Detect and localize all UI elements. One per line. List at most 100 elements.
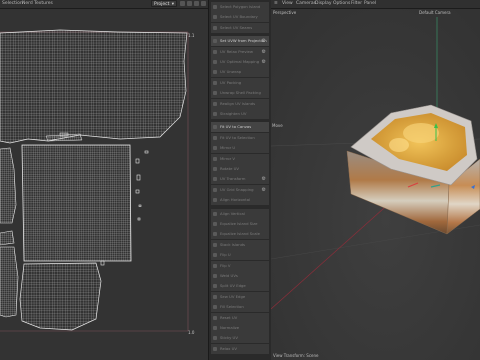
gear-icon[interactable]: ⚙ bbox=[262, 176, 266, 182]
tool-icon bbox=[213, 101, 217, 106]
tool-button[interactable]: Realign UV Islands bbox=[211, 98, 269, 109]
tool-button[interactable]: Weld UVs bbox=[211, 271, 269, 281]
tool-button[interactable]: Fill Selection bbox=[211, 302, 269, 313]
tool-button[interactable]: Fit UV to Canvas bbox=[211, 122, 269, 133]
tool-icon bbox=[213, 156, 217, 161]
tool-button[interactable]: Mirror U bbox=[211, 143, 269, 154]
menu-nerd[interactable]: Nerd bbox=[22, 1, 33, 6]
tool-icon bbox=[213, 5, 217, 9]
uv-island-left-3[interactable] bbox=[0, 246, 19, 318]
menu-cameras[interactable]: Cameras bbox=[296, 1, 316, 6]
layout-icon[interactable] bbox=[194, 1, 199, 6]
tool-button[interactable]: Select UV Seams bbox=[211, 22, 269, 33]
tool-button[interactable]: Unwrap Shell Packing bbox=[211, 88, 269, 99]
tool-button[interactable]: Flip V bbox=[211, 260, 269, 271]
tool-button[interactable]: UV Packing bbox=[211, 77, 269, 88]
tool-label: Equalize Island Size bbox=[220, 221, 258, 226]
grid-icon[interactable] bbox=[187, 1, 192, 6]
tool-button[interactable]: UV Unwrap bbox=[211, 67, 269, 78]
uv-island-tiny-1[interactable] bbox=[135, 158, 140, 164]
menu-view-icon[interactable]: ≡ bbox=[274, 1, 278, 6]
tool-button[interactable]: Sew UV Edge bbox=[211, 291, 269, 302]
3d-viewport[interactable]: Perspective Default Camera Move View Tra… bbox=[271, 9, 480, 360]
tool-button[interactable]: Split UV Edge bbox=[211, 281, 269, 292]
tool-button[interactable]: Align Horizontal bbox=[211, 195, 269, 206]
menu-display[interactable]: Display bbox=[315, 1, 332, 6]
tool-icon bbox=[213, 336, 217, 341]
tool-label: Split UV Edge bbox=[220, 283, 246, 289]
tool-button[interactable]: UV Optimal Mapping ⚙ bbox=[211, 57, 269, 67]
tool-label: Unwrap Shell Packing bbox=[220, 90, 261, 96]
tool-label: Select UV Seams bbox=[220, 24, 253, 30]
tool-icon bbox=[213, 125, 217, 130]
tool-button[interactable]: Normalize bbox=[211, 323, 269, 333]
tool-icon bbox=[213, 326, 217, 330]
uv-island-left-1[interactable] bbox=[0, 147, 17, 224]
tool-button[interactable]: Sticky UV bbox=[211, 333, 269, 344]
uv-island-tiny-3[interactable] bbox=[135, 189, 140, 194]
tool-label: Stack Islands bbox=[220, 241, 245, 247]
tool-icon bbox=[213, 274, 217, 278]
uv-island-left-2[interactable] bbox=[0, 230, 15, 246]
menu-selection[interactable]: Selection bbox=[2, 1, 23, 6]
uv-island-tiny-7[interactable] bbox=[144, 150, 149, 154]
uv-island-tiny-6[interactable] bbox=[100, 260, 105, 266]
menu-view[interactable]: View bbox=[282, 1, 293, 6]
uv-editor-canvas[interactable]: 1.1 1.0 bbox=[0, 9, 208, 360]
tool-button[interactable]: Relax UV bbox=[211, 343, 269, 354]
tool-icon bbox=[213, 263, 217, 268]
gear-icon[interactable]: ⚙ bbox=[262, 187, 266, 193]
gear-icon[interactable]: ⚙ bbox=[262, 38, 266, 44]
menu-panel[interactable]: Panel bbox=[364, 1, 376, 6]
tool-icon bbox=[213, 167, 217, 171]
tool-button[interactable]: Stack Islands bbox=[211, 239, 269, 250]
tool-button[interactable]: Equalize Island Scale bbox=[211, 229, 269, 240]
tool-button[interactable]: UV Relax Preview ⚙ bbox=[211, 46, 269, 57]
tool-button[interactable]: Reset UV bbox=[211, 312, 269, 323]
project-dropdown[interactable]: Project ▾ bbox=[151, 0, 177, 7]
close-icon[interactable] bbox=[201, 1, 206, 6]
tool-button[interactable]: Fit UV to Selection bbox=[211, 132, 269, 143]
uv-island-tiny-4[interactable] bbox=[138, 204, 142, 207]
tool-label: Sew UV Edge bbox=[220, 293, 246, 299]
tool-button[interactable]: Flip U bbox=[211, 250, 269, 261]
menu-filter[interactable]: Filter bbox=[351, 1, 362, 6]
tool-button[interactable]: Align Vertical bbox=[211, 208, 269, 219]
menu-textures[interactable]: Textures bbox=[34, 1, 53, 6]
uv-island-bottom[interactable] bbox=[19, 262, 102, 331]
uv-island-tiny-5[interactable] bbox=[137, 217, 141, 221]
uv-editor-menubar: Selection Nerd Textures Project ▾ bbox=[0, 0, 208, 9]
tool-label: Normalize bbox=[220, 325, 240, 330]
tool-label: UV Packing bbox=[220, 79, 242, 85]
gear-icon[interactable]: ⚙ bbox=[262, 59, 266, 65]
tool-button[interactable]: UV Transform ⚙ bbox=[211, 174, 269, 185]
menu-options[interactable]: Options bbox=[333, 1, 350, 6]
gear-icon[interactable]: ⚙ bbox=[262, 49, 266, 55]
tool-label: Select UV Boundary bbox=[220, 14, 258, 20]
tool-button[interactable]: UV Grid Snapping ⚙ bbox=[211, 184, 269, 195]
uv-island-tiny-2[interactable] bbox=[136, 174, 141, 181]
tool-button[interactable]: Select UV Boundary bbox=[211, 12, 269, 23]
tool-button[interactable]: Equalize Island Size bbox=[211, 219, 269, 229]
uv-island-top[interactable] bbox=[0, 29, 188, 144]
lock-icon[interactable] bbox=[180, 1, 185, 6]
tool-label: Select Polygon Island bbox=[220, 4, 261, 9]
tool-button[interactable]: Straighten UV bbox=[211, 109, 269, 119]
tool-icon bbox=[213, 39, 217, 44]
tool-icon bbox=[213, 177, 217, 182]
uv-map-islands[interactable] bbox=[0, 9, 208, 360]
tool-label: Relax UV bbox=[220, 345, 238, 351]
uv-axis-top-label: 1.1 bbox=[188, 33, 195, 38]
camera-label: Default Camera bbox=[419, 10, 451, 15]
uv-island-small-2[interactable] bbox=[59, 132, 69, 137]
tool-button[interactable]: Mirror V bbox=[211, 153, 269, 164]
tool-button[interactable]: Select Polygon Island bbox=[211, 2, 269, 12]
viewport-scene[interactable] bbox=[271, 9, 480, 360]
tool-icon bbox=[213, 242, 217, 247]
uv-island-center[interactable] bbox=[21, 144, 132, 262]
tool-icon bbox=[213, 112, 217, 116]
viewport-footer-label: View Transform: Scene bbox=[273, 353, 319, 358]
tool-icon bbox=[213, 49, 217, 54]
tool-button[interactable]: Rotate UV bbox=[211, 164, 269, 174]
tool-button[interactable]: Set UVW from Projection ⚙ bbox=[211, 36, 269, 47]
